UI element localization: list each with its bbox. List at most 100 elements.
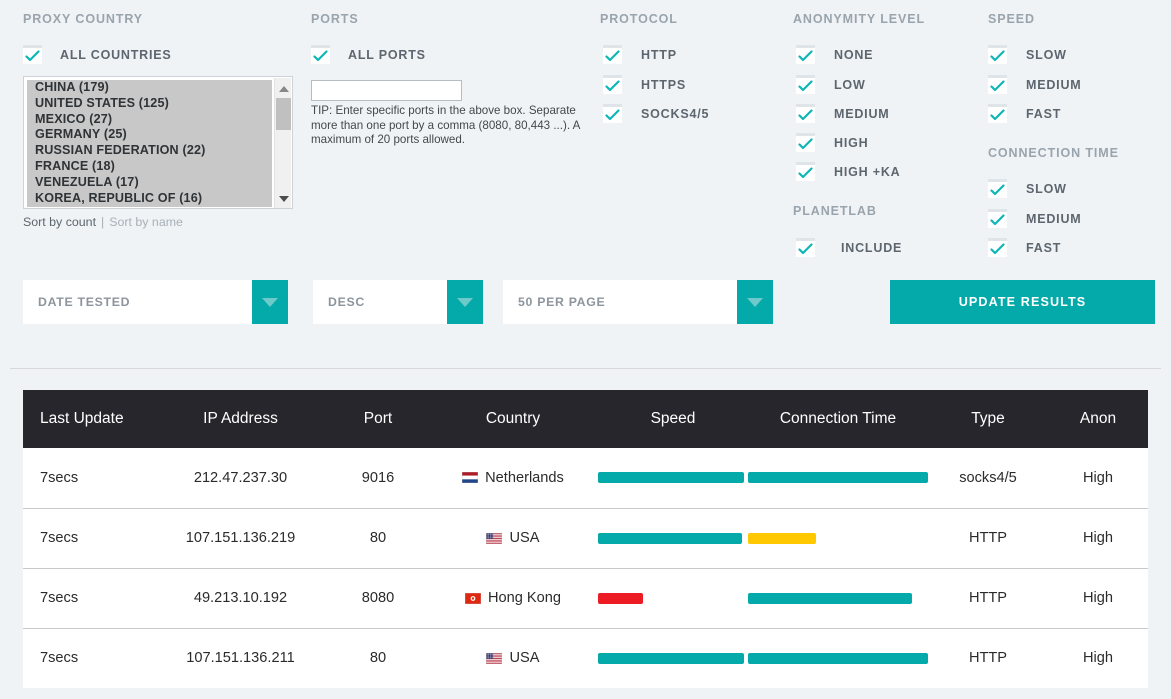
checkbox-label: SLOW xyxy=(1026,47,1067,62)
list-item[interactable]: KOREA, REPUBLIC OF (16) xyxy=(27,191,272,207)
country-listbox[interactable]: CHINA (179) UNITED STATES (125) MEXICO (… xyxy=(23,76,293,209)
country-name: CHINA xyxy=(35,80,76,94)
list-item[interactable]: FRANCE (18) xyxy=(27,159,272,175)
planetlab-title: PLANETLAB xyxy=(793,204,877,218)
checkbox-label: INCLUDE xyxy=(841,240,903,255)
cell-connection-time-bar xyxy=(748,508,928,569)
sort-by-count-link[interactable]: Sort by count xyxy=(23,215,96,229)
checkbox-conn-slow[interactable]: SLOW xyxy=(988,179,1067,198)
cell-last-update: 7secs xyxy=(23,448,153,509)
checkbox-label: MEDIUM xyxy=(834,106,890,121)
ports-input[interactable] xyxy=(311,80,462,101)
check-icon xyxy=(603,45,622,64)
cell-speed-bar xyxy=(598,568,748,629)
table-row[interactable]: 7secs 49.213.10.192 8080 Hong Kong HTTP High xyxy=(23,568,1148,629)
checkbox-all-countries[interactable]: ALL COUNTRIES xyxy=(23,45,172,64)
speed-bar-fill xyxy=(598,532,742,544)
checkbox-conn-fast[interactable]: FAST xyxy=(988,238,1061,257)
speed-bar-fill xyxy=(598,652,744,664)
check-icon xyxy=(988,104,1007,123)
checkbox-protocol-http[interactable]: HTTP xyxy=(603,45,677,64)
column-header-port[interactable]: Port xyxy=(328,390,428,448)
sort-by-name-link[interactable]: Sort by name xyxy=(109,215,183,229)
connection-bar-fill xyxy=(748,472,928,484)
country-list-options[interactable]: CHINA (179) UNITED STATES (125) MEXICO (… xyxy=(27,80,272,207)
country-count: (17) xyxy=(115,174,139,189)
checkbox-label: MEDIUM xyxy=(1026,77,1082,92)
cell-anon: High xyxy=(1048,508,1148,569)
column-header-anon[interactable]: Anon xyxy=(1048,390,1148,448)
per-page-value: 50 PER PAGE xyxy=(518,295,606,309)
scrollbar-thumb[interactable] xyxy=(276,98,291,130)
sort-direction-select[interactable]: DESC xyxy=(313,280,483,324)
connection-bar-fill xyxy=(748,532,817,544)
checkbox-label: ALL PORTS xyxy=(348,47,426,62)
chevron-down-icon[interactable] xyxy=(737,280,773,324)
update-results-button[interactable]: UPDATE RESULTS xyxy=(890,280,1155,324)
cell-type: HTTP xyxy=(928,628,1048,688)
checkbox-all-ports[interactable]: ALL PORTS xyxy=(311,45,426,64)
scroll-down-icon[interactable] xyxy=(275,190,292,207)
list-item[interactable]: RUSSIAN FEDERATION (22) xyxy=(27,143,272,159)
checkbox-speed-fast[interactable]: FAST xyxy=(988,104,1061,123)
list-item[interactable]: VENEZUELA (17) xyxy=(27,175,272,191)
checkbox-anon-high[interactable]: HIGH xyxy=(796,133,868,152)
list-item[interactable]: UNITED STATES (125) xyxy=(27,96,272,112)
column-header-last-update[interactable]: Last Update xyxy=(23,390,153,448)
checkbox-speed-medium[interactable]: MEDIUM xyxy=(988,75,1082,94)
table-row[interactable]: 7secs 107.151.136.211 80 USA HTTP High xyxy=(23,628,1148,688)
checkbox-label: FAST xyxy=(1026,240,1062,255)
country-name: KOREA, REPUBLIC OF xyxy=(35,190,176,205)
table-row[interactable]: 7secs 107.151.136.219 80 USA HTTP High xyxy=(23,508,1148,569)
connection-bar-track xyxy=(748,472,928,484)
country-count: (22) xyxy=(182,143,206,158)
per-page-select[interactable]: 50 PER PAGE xyxy=(503,280,773,324)
list-item[interactable]: MEXICO (27) xyxy=(27,112,272,128)
list-item[interactable]: CHINA (179) xyxy=(27,80,272,96)
column-header-country[interactable]: Country xyxy=(428,390,598,448)
table-body: 7secs 212.47.237.30 9016 Netherlands socks4/… xyxy=(23,448,1148,688)
scroll-up-icon[interactable] xyxy=(275,80,292,97)
country-count: (125) xyxy=(138,95,169,110)
country-name: VENEZUELA xyxy=(35,174,113,189)
cell-last-update: 7secs xyxy=(23,628,153,688)
list-item[interactable]: GERMANY (25) xyxy=(27,127,272,143)
checkbox-protocol-https[interactable]: HTTPS xyxy=(603,75,686,94)
check-icon xyxy=(988,45,1007,64)
cell-country: USA xyxy=(428,508,598,569)
checkbox-label: SLOW xyxy=(1026,181,1067,196)
flag-icon-us xyxy=(486,652,503,664)
checkbox-label: HTTP xyxy=(641,47,677,62)
sort-field-value: DATE TESTED xyxy=(38,295,131,309)
column-header-type[interactable]: Type xyxy=(928,390,1048,448)
checkbox-conn-medium[interactable]: MEDIUM xyxy=(988,209,1082,228)
sort-separator: | xyxy=(101,215,105,229)
checkbox-anon-low[interactable]: LOW xyxy=(796,75,866,94)
checkbox-anon-medium[interactable]: MEDIUM xyxy=(796,104,890,123)
column-header-connection-time[interactable]: Connection Time xyxy=(748,390,928,448)
chevron-down-icon[interactable] xyxy=(447,280,483,324)
scrollbar[interactable] xyxy=(274,78,292,208)
cell-connection-time-bar xyxy=(748,448,928,509)
check-icon xyxy=(23,45,42,64)
country-label: USA xyxy=(509,650,540,667)
sort-field-select[interactable]: DATE TESTED xyxy=(23,280,288,324)
anonymity-title: ANONYMITY LEVEL xyxy=(793,12,926,26)
checkbox-speed-slow[interactable]: SLOW xyxy=(988,45,1067,64)
checkbox-anon-high-ka[interactable]: HIGH +KA xyxy=(796,162,900,181)
ports-tip-text: TIP: Enter specific ports in the above b… xyxy=(311,104,580,147)
table-row[interactable]: 7secs 212.47.237.30 9016 Netherlands socks4/… xyxy=(23,448,1148,509)
check-icon xyxy=(311,45,330,64)
checkbox-planetlab-include[interactable]: INCLUDE xyxy=(796,238,902,257)
column-header-ip-address[interactable]: IP Address xyxy=(153,390,328,448)
checkbox-anon-none[interactable]: NONE xyxy=(796,45,873,64)
ports-title: PORTS xyxy=(311,12,359,26)
cell-ip-address: 107.151.136.219 xyxy=(153,508,328,569)
checkbox-protocol-socks[interactable]: SOCKS4/5 xyxy=(603,104,709,123)
cell-country: Hong Kong xyxy=(428,568,598,629)
cell-speed-bar xyxy=(598,628,748,688)
protocol-title: PROTOCOL xyxy=(600,12,678,26)
chevron-down-icon[interactable] xyxy=(252,280,288,324)
cell-ip-address: 49.213.10.192 xyxy=(153,568,328,629)
column-header-speed[interactable]: Speed xyxy=(598,390,748,448)
